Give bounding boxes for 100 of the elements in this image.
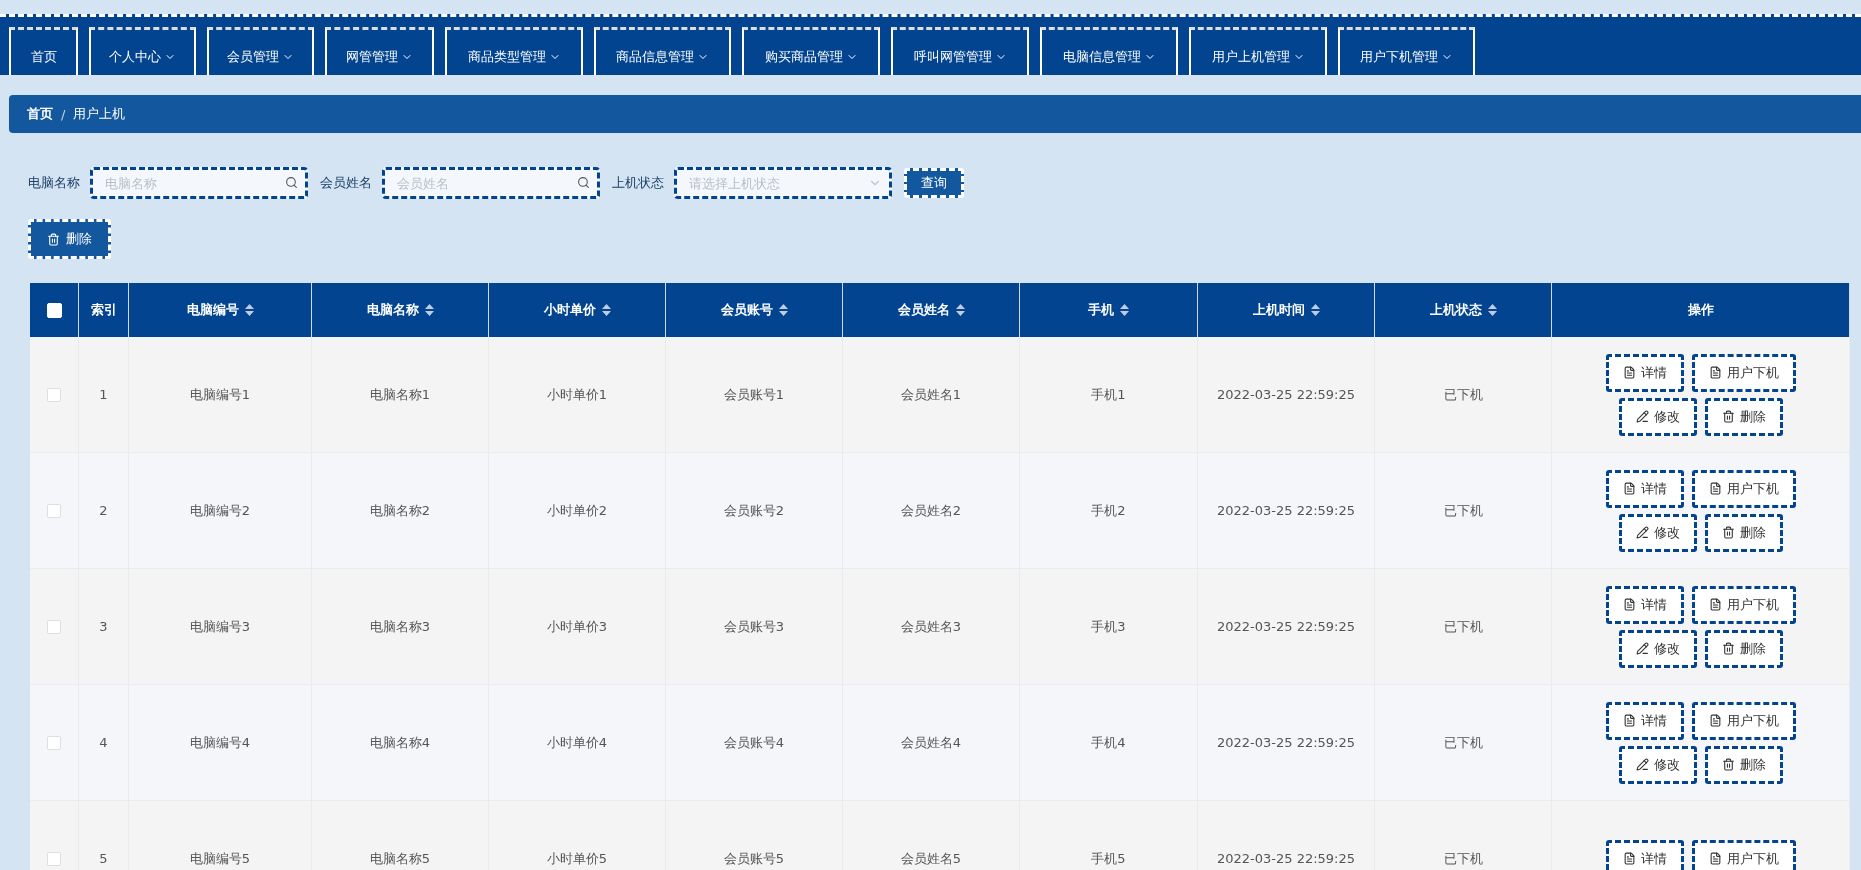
nav-menu-item[interactable]: 网管管理 (325, 27, 434, 75)
table-cell: 小时单价5 (546, 849, 608, 868)
nav-menu-item[interactable]: 首页 (9, 27, 78, 75)
column-header-label: 上机状态 (1429, 301, 1482, 319)
sort-icon[interactable] (1487, 304, 1497, 316)
input-field[interactable]: 电脑名称 (90, 167, 308, 199)
detail-button[interactable]: 详情 (1605, 353, 1684, 392)
document-icon (1622, 852, 1636, 865)
table-cell: 已下机 (1443, 733, 1483, 752)
nav-menu-item[interactable]: 商品信息管理 (594, 27, 731, 75)
table-cell: 2022-03-25 22:59:25 (1216, 387, 1356, 402)
filter-label: 电脑名称 (28, 174, 80, 192)
column-header-label: 会员账号 (720, 301, 773, 319)
detail-button[interactable]: 详情 (1605, 585, 1684, 624)
edit-icon (1635, 758, 1649, 771)
nav-menu-item[interactable]: 个人中心 (89, 27, 196, 75)
table-cell: 手机3 (1091, 617, 1126, 636)
nav-menu-item[interactable]: 电脑信息管理 (1040, 27, 1178, 75)
sort-icon[interactable] (244, 304, 254, 316)
table-cell: 电脑名称3 (369, 617, 431, 636)
detail-button[interactable]: 详情 (1605, 701, 1684, 740)
sort-icon[interactable] (601, 304, 611, 316)
table-cell: 已下机 (1443, 385, 1483, 404)
edit-button[interactable]: 修改 (1618, 745, 1697, 784)
document-icon (1622, 598, 1636, 611)
table-cell: 2 (99, 503, 108, 518)
edit-button[interactable]: 修改 (1618, 397, 1697, 436)
delete-button[interactable]: 删除 (28, 219, 111, 259)
filter-label: 上机状态 (612, 174, 664, 192)
document-icon (1622, 714, 1636, 727)
trash-icon (47, 232, 60, 246)
breadcrumb-link[interactable]: 首页 (27, 105, 53, 123)
table-cell: 电脑编号2 (189, 501, 251, 520)
table-cell: 已下机 (1443, 849, 1483, 868)
table-cell: 会员姓名1 (900, 385, 962, 404)
column-header-label: 上机时间 (1252, 301, 1305, 319)
search-button[interactable]: 查询 (904, 168, 964, 198)
detail-button[interactable]: 用户下机 (1691, 353, 1796, 392)
trash-icon (1721, 758, 1735, 771)
table-cell: 小时单价2 (546, 501, 608, 520)
column-header-label: 手机 (1088, 301, 1114, 319)
row-checkbox[interactable] (47, 619, 61, 634)
table-cell: 会员账号4 (723, 733, 785, 752)
row-checkbox[interactable] (47, 735, 61, 750)
sort-icon[interactable] (955, 304, 965, 316)
document-icon (1708, 482, 1722, 495)
delete-button[interactable]: 删除 (1704, 629, 1783, 668)
document-icon (1622, 482, 1636, 495)
detail-button[interactable]: 详情 (1605, 469, 1684, 508)
nav-menu-item[interactable]: 用户上机管理 (1189, 27, 1327, 75)
trash-icon (1721, 526, 1735, 539)
nav-menu-item[interactable]: 会员管理 (207, 27, 314, 75)
document-icon (1708, 598, 1722, 611)
sort-icon[interactable] (1120, 304, 1129, 316)
document-icon (1708, 852, 1722, 865)
table-cell: 2022-03-25 22:59:25 (1216, 735, 1356, 750)
table-cell: 2022-03-25 22:59:25 (1216, 503, 1356, 518)
table-cell: 已下机 (1443, 501, 1483, 520)
detail-button[interactable]: 用户下机 (1691, 585, 1796, 624)
table-cell: 电脑名称2 (369, 501, 431, 520)
row-checkbox[interactable] (47, 387, 61, 402)
nav-menu-item[interactable]: 购买商品管理 (742, 27, 880, 75)
sort-icon[interactable] (424, 304, 434, 316)
sort-icon[interactable] (1310, 304, 1320, 316)
table-cell: 手机1 (1091, 385, 1126, 404)
table-cell: 会员账号2 (723, 501, 785, 520)
table-cell: 会员姓名3 (900, 617, 962, 636)
nav-menu-item[interactable]: 商品类型管理 (445, 27, 583, 75)
trash-icon (1721, 410, 1735, 423)
table-cell: 小时单价4 (546, 733, 608, 752)
table-cell: 手机4 (1091, 733, 1126, 752)
detail-button[interactable]: 详情 (1605, 839, 1684, 870)
sort-icon[interactable] (778, 304, 788, 316)
table-cell: 电脑名称4 (369, 733, 431, 752)
table-cell: 会员姓名2 (900, 501, 962, 520)
edit-icon (1635, 526, 1649, 539)
delete-button[interactable]: 删除 (1704, 745, 1783, 784)
row-checkbox[interactable] (47, 851, 61, 866)
column-header-label: 索引 (90, 301, 117, 319)
trash-icon (1721, 642, 1735, 655)
table-cell: 手机2 (1091, 501, 1126, 520)
table-cell: 电脑名称1 (369, 385, 431, 404)
delete-button[interactable]: 删除 (1704, 513, 1783, 552)
edit-button[interactable]: 修改 (1618, 513, 1697, 552)
table-cell: 已下机 (1443, 617, 1483, 636)
detail-button[interactable]: 用户下机 (1691, 839, 1796, 870)
detail-button[interactable]: 用户下机 (1691, 701, 1796, 740)
table-cell: 3 (99, 619, 108, 634)
detail-button[interactable]: 用户下机 (1691, 469, 1796, 508)
nav-menu-item[interactable]: 呼叫网管管理 (891, 27, 1029, 75)
breadcrumb-separator: / (61, 106, 66, 122)
edit-button[interactable]: 修改 (1618, 629, 1697, 668)
row-checkbox[interactable] (47, 503, 61, 518)
select-all-checkbox[interactable] (46, 302, 62, 318)
table-cell: 电脑编号4 (189, 733, 251, 752)
breadcrumb-link[interactable]: 用户上机 (73, 105, 126, 123)
nav-menu-item[interactable]: 用户下机管理 (1338, 27, 1475, 75)
delete-button[interactable]: 删除 (1704, 397, 1783, 436)
edit-icon (1635, 642, 1649, 655)
table-cell: 电脑编号1 (189, 385, 251, 404)
